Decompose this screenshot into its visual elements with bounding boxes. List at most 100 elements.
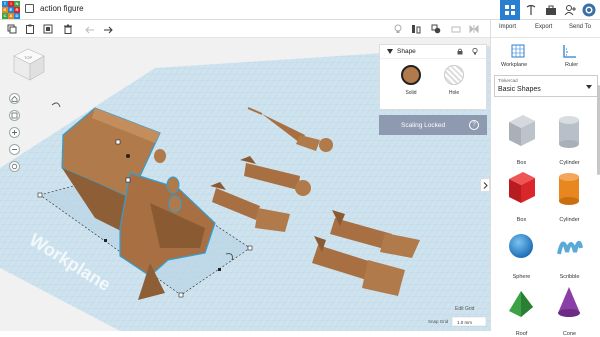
redo-button[interactable]	[102, 23, 114, 35]
shape-scribble[interactable]: Scribble	[547, 224, 592, 280]
shape-label: Cylinder	[559, 217, 580, 223]
mirror-button[interactable]	[468, 23, 480, 35]
send-to-button[interactable]: Send To	[569, 24, 591, 30]
add-user-icon	[564, 5, 576, 16]
collapse-panel-button[interactable]	[480, 178, 490, 192]
trash-icon	[64, 24, 72, 34]
solid-color-swatch[interactable]	[401, 65, 421, 85]
paste-button[interactable]	[24, 23, 36, 35]
align-button[interactable]	[410, 23, 422, 35]
hole-swatch[interactable]	[444, 65, 464, 85]
shape-label: Box	[516, 160, 527, 166]
shape-library-select[interactable]: Tinkercad Basic Shapes	[494, 75, 598, 97]
height-handle[interactable]	[125, 177, 131, 183]
undo-icon	[85, 26, 94, 34]
resize-handle[interactable]	[218, 268, 221, 271]
shape-cylinder-gray[interactable]: Cylinder	[547, 110, 592, 166]
briefcase-icon	[546, 5, 556, 15]
ruler-icon	[563, 45, 576, 58]
edit-toolbar	[0, 20, 490, 38]
import-button[interactable]: Import	[499, 24, 516, 30]
edit-grid-button[interactable]: Edit Grid	[455, 306, 475, 312]
help-icon[interactable]: ?	[469, 120, 479, 130]
lessons-button[interactable]	[542, 0, 560, 20]
shape-roof[interactable]: Roof	[499, 281, 544, 337]
mirror-icon	[469, 24, 479, 34]
shape-inspector-title: Shape	[397, 48, 416, 55]
resize-handle[interactable]	[104, 239, 107, 242]
resize-handle[interactable]	[247, 245, 253, 251]
perspective-icon	[11, 163, 18, 170]
collapse-icon[interactable]	[387, 49, 393, 55]
minus-icon	[12, 149, 17, 150]
perspective-button[interactable]	[9, 161, 20, 172]
delete-button[interactable]	[62, 23, 74, 35]
blocks-button[interactable]	[522, 0, 540, 20]
scribble-icon	[557, 240, 583, 255]
shape-cylinder-orange[interactable]: Cylinder	[547, 167, 592, 223]
pickaxe-icon	[526, 4, 536, 15]
group-button[interactable]	[430, 23, 442, 35]
workplane-icon	[511, 44, 525, 58]
scaling-locked-banner[interactable]: Scaling Locked ?	[379, 115, 487, 135]
redo-icon	[104, 26, 113, 34]
solid-label: Solid	[405, 90, 417, 96]
shape-label: Sphere	[512, 274, 531, 280]
ruler-tool[interactable]	[563, 44, 579, 60]
document-title[interactable]: action figure	[40, 4, 84, 13]
shape-inspector: Shape Solid Hole	[379, 44, 487, 110]
lightbulb-icon	[394, 24, 402, 33]
group-icon	[431, 24, 441, 34]
zoom-out-button[interactable]	[9, 144, 20, 155]
shape-cone[interactable]: Cone	[547, 281, 592, 337]
ungroup-button[interactable]	[450, 23, 462, 35]
fit-view-button[interactable]	[9, 110, 20, 121]
3d-canvas[interactable]: Workplane TOP Edit Grid Snap Grid 1.0 mm…	[0, 38, 490, 331]
copy-icon	[7, 24, 17, 34]
workplane-tool-label: Workplane	[501, 62, 528, 68]
light-button[interactable]	[392, 23, 404, 35]
roof-icon	[509, 291, 533, 317]
library-group-label: Tinkercad	[498, 78, 518, 83]
fit-icon	[11, 112, 18, 119]
shape-label: Cylinder	[559, 160, 580, 166]
shape-box-red[interactable]: Box	[499, 167, 544, 223]
rotate-arrow[interactable]	[51, 102, 61, 108]
undo-button[interactable]	[84, 23, 96, 35]
design-list-icon[interactable]	[25, 4, 34, 13]
shape-box-gray[interactable]: Box	[499, 110, 544, 166]
bulb-icon[interactable]	[472, 48, 478, 55]
move-handle[interactable]	[115, 139, 121, 145]
paste-icon	[26, 24, 34, 34]
duplicate-button[interactable]	[42, 23, 54, 35]
shape-label: Cone	[562, 331, 577, 337]
scaling-locked-label: Scaling Locked	[401, 121, 446, 129]
lift-handle[interactable]	[126, 154, 130, 158]
add-user-button[interactable]	[562, 0, 578, 20]
tinkercad-logo[interactable]: T I N K E R C A D	[2, 1, 20, 19]
chevron-right-icon	[483, 181, 488, 189]
sphere-icon	[509, 234, 533, 258]
library-selected-value: Basic Shapes	[498, 86, 541, 93]
home-icon	[11, 95, 18, 102]
zoom-in-button[interactable]	[9, 127, 20, 138]
profile-avatar[interactable]	[580, 0, 598, 20]
resize-handle[interactable]	[37, 192, 43, 198]
export-button[interactable]: Export	[535, 24, 552, 30]
resize-handle[interactable]	[178, 292, 184, 298]
view-cube[interactable]: TOP	[13, 48, 45, 81]
avatar-icon	[582, 3, 596, 17]
plus-icon	[12, 130, 17, 135]
home-view-button[interactable]	[9, 93, 20, 104]
cylinder-icon	[559, 116, 579, 148]
lock-icon[interactable]	[457, 48, 463, 55]
shape-label: Roof	[515, 331, 528, 337]
cylinder-icon	[559, 173, 579, 205]
shape-label: Scribble	[559, 274, 580, 280]
hole-label: Hole	[448, 90, 460, 96]
snap-grid-value: 1.0 mm	[457, 320, 472, 325]
3d-view-button[interactable]	[500, 0, 520, 20]
top-bar: T I N K E R C A D action figure	[0, 0, 600, 20]
copy-button[interactable]	[6, 23, 18, 35]
shape-sphere[interactable]: Sphere	[499, 224, 544, 280]
